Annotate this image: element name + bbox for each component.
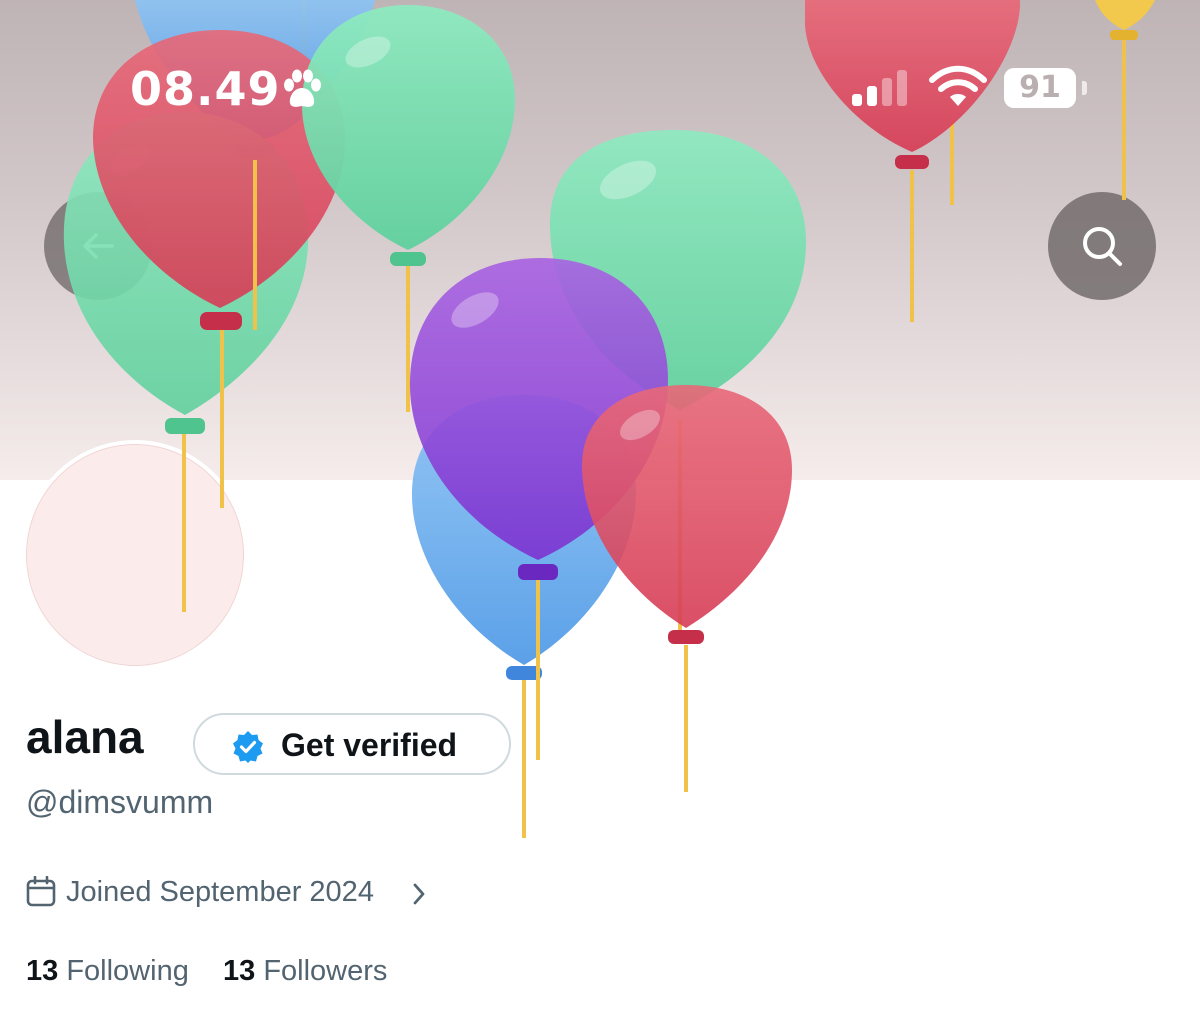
paw-icon [284, 69, 321, 107]
joined-text: Joined September 2024 [66, 876, 374, 908]
following-count: 13 [26, 955, 59, 987]
search-button[interactable] [1048, 192, 1156, 300]
battery-indicator: 91 [1004, 68, 1087, 108]
status-time: 08.49 [130, 62, 281, 116]
wifi-icon [929, 65, 987, 106]
get-verified-label: Get verified [281, 727, 458, 763]
profile-handle: @dimsvumm [26, 784, 214, 820]
followers-label: Followers [263, 955, 388, 987]
avatar[interactable] [22, 440, 248, 670]
battery-level: 91 [1019, 70, 1061, 105]
profile-name: alana [26, 711, 144, 763]
following-label: Following [66, 955, 189, 987]
chevron-right-icon [413, 883, 425, 905]
signal-icon [852, 70, 907, 106]
battery-tip [1082, 81, 1087, 95]
back-button[interactable] [44, 192, 152, 300]
arrow-left-icon [83, 233, 114, 259]
followers-count: 13 [223, 955, 256, 987]
profile-page: 08.49 91 alana Get verified @dimsvumm Jo… [0, 0, 1200, 1021]
calendar-icon [26, 876, 56, 907]
get-verified-button[interactable]: Get verified [193, 713, 511, 775]
search-icon [1083, 227, 1122, 266]
verified-badge-icon [233, 731, 263, 763]
followers-link[interactable]: 13 Followers [223, 955, 387, 988]
following-link[interactable]: 13 Following [26, 955, 189, 988]
status-bar: 08.49 91 [0, 0, 1200, 180]
